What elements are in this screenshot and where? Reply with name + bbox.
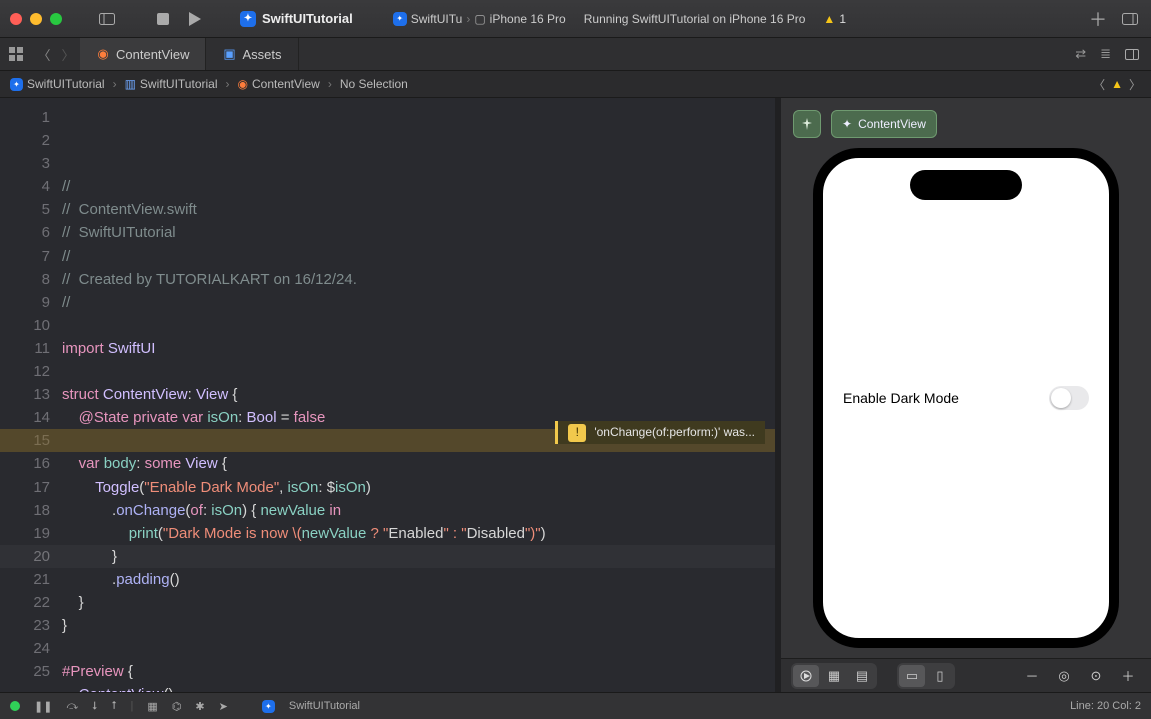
device-settings-button[interactable]: ▭: [899, 665, 925, 687]
zoom-window-button[interactable]: [50, 13, 62, 25]
preview-pill-label: ContentView: [858, 117, 926, 131]
toggle-inspectors-button[interactable]: [1119, 8, 1141, 30]
memory-graph-button[interactable]: ⌬: [172, 700, 182, 713]
inline-warning-text: 'onChange(of:perform:)' was...: [594, 421, 755, 444]
crumb-project[interactable]: SwiftUITutorial: [27, 77, 105, 91]
variants-button[interactable]: ▤: [849, 665, 875, 687]
swift-file-icon: ◉: [96, 46, 110, 62]
warning-count: 1: [839, 12, 846, 26]
stop-button[interactable]: [152, 8, 174, 30]
back-button[interactable]: 〈: [32, 45, 56, 64]
cursor-position: Line: 20 Col: 2: [1070, 700, 1141, 712]
warning-triangle-icon: ▲: [823, 12, 835, 26]
live-preview-button[interactable]: [793, 665, 819, 687]
tab-contentview[interactable]: ◉ ContentView: [80, 38, 206, 70]
jump-bar[interactable]: ✦ SwiftUITutorial › ▥ SwiftUITutorial › …: [0, 71, 1151, 98]
prev-issue-button[interactable]: 〈: [1093, 76, 1105, 93]
canvas-toolbar: ▦ ▤ ▭ ▯ － ◎ ⊙ ＋: [781, 658, 1151, 692]
assets-icon: ▣: [222, 46, 236, 62]
zoom-in-button[interactable]: ＋: [1115, 665, 1141, 687]
chevron-right-icon: ›: [328, 77, 332, 91]
scheme-app-icon: ✦: [393, 12, 407, 26]
scheme-device-label: iPhone 16 Pro: [490, 12, 566, 26]
history-nav: 〈 〉: [32, 38, 80, 70]
chevron-right-icon: ›: [113, 77, 117, 91]
related-items-button[interactable]: [0, 38, 32, 70]
debug-view-button[interactable]: ▦: [147, 700, 157, 713]
scheme-selector[interactable]: ✦ SwiftUITu › ▢ iPhone 16 Pro: [393, 12, 566, 26]
selectable-preview-button[interactable]: ▦: [821, 665, 847, 687]
zoom-out-button[interactable]: －: [1019, 665, 1045, 687]
minimap-button[interactable]: ≣: [1100, 46, 1111, 62]
pin-icon: ✦: [842, 117, 852, 131]
chevron-right-icon: ›: [466, 12, 470, 26]
activity-status: Running SwiftUITutorial on iPhone 16 Pro: [584, 12, 806, 26]
zoom-fit-button[interactable]: ◎: [1051, 665, 1077, 687]
close-window-button[interactable]: [10, 13, 22, 25]
add-button[interactable]: ＋: [1087, 8, 1109, 30]
titlebar: ✦ SwiftUITutorial ✦ SwiftUITu › ▢ iPhone…: [0, 0, 1151, 38]
line-gutter: 1234567891011121314151617181920212223242…: [0, 98, 60, 692]
project-title: ✦ SwiftUITutorial: [240, 11, 353, 27]
forward-button[interactable]: 〉: [56, 45, 80, 64]
pause-button[interactable]: ❚❚: [34, 700, 52, 713]
window-traffic-lights: [10, 13, 62, 25]
toggle-label: Enable Dark Mode: [843, 390, 1049, 406]
tab-bar: 〈 〉 ◉ ContentView ▣ Assets ⇄ ≣: [0, 38, 1151, 71]
crumb-group[interactable]: SwiftUITutorial: [140, 77, 218, 91]
issues-indicator[interactable]: ▲ 1: [823, 12, 846, 26]
device-frame: Enable Dark Mode: [813, 148, 1119, 648]
environment-overrides-button[interactable]: ✱: [195, 700, 204, 713]
debug-bar: ❚❚ ⤼ ⭣ ⭡ | ▦ ⌬ ✱ ➤ ✦ SwiftUITutorial Lin…: [0, 692, 1151, 719]
dark-mode-toggle[interactable]: [1049, 386, 1089, 410]
swift-file-icon: ◉: [238, 77, 248, 91]
crumb-file[interactable]: ContentView: [252, 77, 320, 91]
run-button[interactable]: [184, 8, 206, 30]
next-issue-button[interactable]: 〉: [1129, 76, 1141, 93]
chevron-right-icon: ›: [226, 77, 230, 91]
device-icon: ▢: [474, 12, 485, 26]
crumb-selection[interactable]: No Selection: [340, 77, 408, 91]
toggle-navigator-button[interactable]: [96, 8, 118, 30]
zoom-actual-button[interactable]: ⊙: [1083, 665, 1109, 687]
preview-content[interactable]: Enable Dark Mode: [823, 158, 1109, 638]
process-name[interactable]: SwiftUITutorial: [289, 700, 360, 712]
running-indicator: [10, 701, 20, 711]
source-editor[interactable]: 1234567891011121314151617181920212223242…: [0, 98, 775, 692]
app-icon: ✦: [10, 78, 23, 91]
step-over-button[interactable]: ⤼: [66, 700, 78, 713]
preview-selector[interactable]: ✦ ContentView: [831, 110, 937, 138]
scheme-app-label: SwiftUITu: [411, 12, 463, 26]
app-icon: ✦: [240, 11, 256, 27]
main-split: 1234567891011121314151617181920212223242…: [0, 98, 1151, 692]
tab-assets[interactable]: ▣ Assets: [206, 38, 298, 70]
project-title-label: SwiftUITutorial: [262, 11, 353, 26]
warning-triangle-icon: !: [568, 424, 586, 442]
minimize-window-button[interactable]: [30, 13, 42, 25]
device-bezel-button[interactable]: ▯: [927, 665, 953, 687]
pin-preview-button[interactable]: [793, 110, 821, 138]
canvas-toggle-button[interactable]: [1125, 49, 1139, 60]
inline-warning[interactable]: ! 'onChange(of:perform:)' was...: [555, 421, 765, 444]
warning-triangle-icon: ▲: [1111, 77, 1123, 91]
preview-canvas: ✦ ContentView Enable Dark Mode ▦ ▤: [781, 98, 1151, 692]
simulate-location-button[interactable]: ➤: [219, 700, 228, 713]
tab-label: ContentView: [116, 47, 189, 62]
adjust-editor-options-button[interactable]: ⇄: [1075, 46, 1086, 62]
folder-icon: ▥: [125, 77, 136, 91]
code-area[interactable]: ! 'onChange(of:perform:)' was... //// Co…: [60, 98, 775, 692]
tab-label: Assets: [242, 47, 281, 62]
app-icon: ✦: [262, 700, 275, 713]
step-out-button[interactable]: ⭡: [111, 700, 116, 713]
step-into-button[interactable]: ⭣: [92, 700, 97, 713]
